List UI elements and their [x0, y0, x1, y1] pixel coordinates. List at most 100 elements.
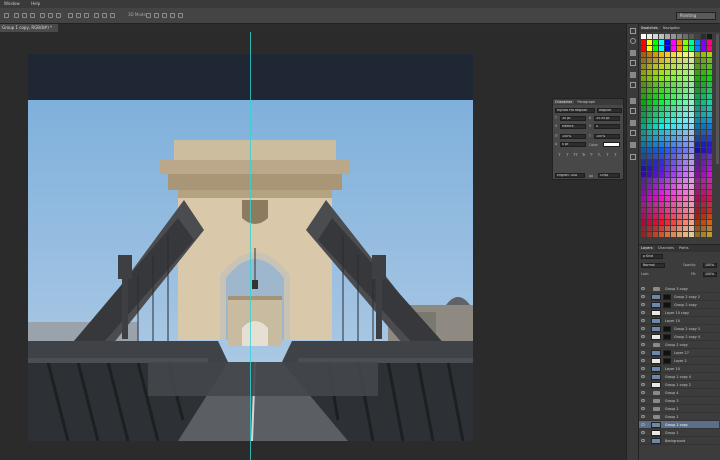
color-swatch[interactable]: [707, 232, 712, 237]
color-swatch[interactable]: [695, 34, 700, 39]
color-swatch[interactable]: [677, 64, 682, 69]
color-swatch[interactable]: [701, 124, 706, 129]
color-swatch[interactable]: [707, 130, 712, 135]
opacity-field[interactable]: 100%: [703, 263, 717, 268]
color-swatch[interactable]: [689, 154, 694, 159]
color-swatch[interactable]: [677, 40, 682, 45]
layer-row[interactable]: Group 4: [639, 389, 719, 397]
color-swatch[interactable]: [695, 196, 700, 201]
color-swatch[interactable]: [695, 70, 700, 75]
color-swatch[interactable]: [677, 106, 682, 111]
color-swatch[interactable]: [641, 100, 646, 105]
color-swatch[interactable]: [641, 208, 646, 213]
color-swatch[interactable]: [671, 124, 676, 129]
color-swatch[interactable]: [659, 52, 664, 57]
color-swatch[interactable]: [677, 112, 682, 117]
color-swatch[interactable]: [653, 196, 658, 201]
color-swatch[interactable]: [707, 208, 712, 213]
color-swatch[interactable]: [647, 130, 652, 135]
color-swatch[interactable]: [695, 226, 700, 231]
color-swatch[interactable]: [707, 220, 712, 225]
antialias-select[interactable]: Crisp: [598, 173, 620, 178]
color-swatch[interactable]: [695, 172, 700, 177]
color-swatch[interactable]: [683, 142, 688, 147]
color-swatch[interactable]: [695, 142, 700, 147]
color-swatch[interactable]: [677, 226, 682, 231]
color-swatch[interactable]: [695, 88, 700, 93]
color-swatch[interactable]: [659, 148, 664, 153]
color-swatch[interactable]: [677, 136, 682, 141]
color-swatch[interactable]: [647, 106, 652, 111]
color-swatch[interactable]: [701, 118, 706, 123]
layer-row[interactable]: Layer 10: [639, 317, 719, 325]
visibility-eye-icon[interactable]: [641, 319, 645, 322]
color-swatch[interactable]: [701, 160, 706, 165]
color-swatch[interactable]: [683, 130, 688, 135]
layer-mask-thumbnail[interactable]: [663, 302, 671, 308]
color-swatch[interactable]: [653, 58, 658, 63]
visibility-eye-icon[interactable]: [641, 431, 645, 434]
color-swatch[interactable]: [677, 100, 682, 105]
color-swatch[interactable]: [659, 124, 664, 129]
color-swatch[interactable]: [707, 106, 712, 111]
layer-row[interactable]: Group 2 copy: [639, 341, 719, 349]
color-swatch[interactable]: [677, 70, 682, 75]
align-bottom-button[interactable]: [56, 13, 61, 18]
color-swatch[interactable]: [671, 34, 676, 39]
color-swatch[interactable]: [665, 34, 670, 39]
color-swatch[interactable]: [701, 226, 706, 231]
color-swatch[interactable]: [701, 52, 706, 57]
color-swatch[interactable]: [701, 70, 706, 75]
swatches-scrollbar[interactable]: [716, 34, 719, 164]
color-swatch[interactable]: [665, 154, 670, 159]
color-swatch[interactable]: [665, 190, 670, 195]
visibility-eye-icon[interactable]: [641, 359, 645, 362]
color-swatch[interactable]: [677, 196, 682, 201]
color-swatch[interactable]: [677, 154, 682, 159]
color-swatch[interactable]: [641, 148, 646, 153]
color-swatch[interactable]: [641, 52, 646, 57]
color-swatch[interactable]: [659, 208, 664, 213]
font-size-field[interactable]: 30 pt: [560, 116, 586, 121]
color-swatch[interactable]: [695, 220, 700, 225]
history-icon[interactable]: [630, 28, 636, 34]
color-swatch[interactable]: [653, 214, 658, 219]
color-swatch[interactable]: [707, 34, 712, 39]
color-swatch[interactable]: [683, 70, 688, 75]
color-swatch[interactable]: [689, 100, 694, 105]
color-swatch[interactable]: [659, 94, 664, 99]
color-swatch[interactable]: [683, 100, 688, 105]
color-swatch[interactable]: [683, 148, 688, 153]
color-swatch[interactable]: [689, 142, 694, 147]
language-select[interactable]: English: USA: [555, 173, 585, 178]
color-swatch[interactable]: [695, 118, 700, 123]
color-swatch[interactable]: [695, 40, 700, 45]
distribute-left-button[interactable]: [94, 13, 99, 18]
color-swatch[interactable]: [701, 58, 706, 63]
color-swatch[interactable]: [689, 88, 694, 93]
layer-row[interactable]: Group 2 copy 4: [639, 333, 719, 341]
color-swatch[interactable]: [695, 76, 700, 81]
align-centers-button[interactable]: [22, 13, 27, 18]
color-swatch[interactable]: [683, 160, 688, 165]
color-swatch[interactable]: [659, 178, 664, 183]
vertical-guide[interactable]: [250, 32, 251, 460]
layer-row[interactable]: Group 2 copy: [639, 301, 719, 309]
color-swatch[interactable]: [689, 112, 694, 117]
layer-row[interactable]: Group 2 copy 3: [639, 325, 719, 333]
visibility-eye-icon[interactable]: [641, 327, 645, 330]
color-swatch[interactable]: [641, 178, 646, 183]
layer-mask-thumbnail[interactable]: [663, 334, 671, 340]
color-swatch[interactable]: [665, 142, 670, 147]
color-swatch[interactable]: [659, 64, 664, 69]
color-swatch[interactable]: [683, 202, 688, 207]
color-swatch[interactable]: [647, 34, 652, 39]
align-top-button[interactable]: [40, 13, 45, 18]
color-swatch[interactable]: [689, 226, 694, 231]
color-swatch[interactable]: [707, 154, 712, 159]
color-swatch[interactable]: [695, 148, 700, 153]
color-swatch[interactable]: [665, 160, 670, 165]
color-swatch[interactable]: [683, 184, 688, 189]
color-swatch[interactable]: [677, 232, 682, 237]
color-swatch[interactable]: [653, 142, 658, 147]
